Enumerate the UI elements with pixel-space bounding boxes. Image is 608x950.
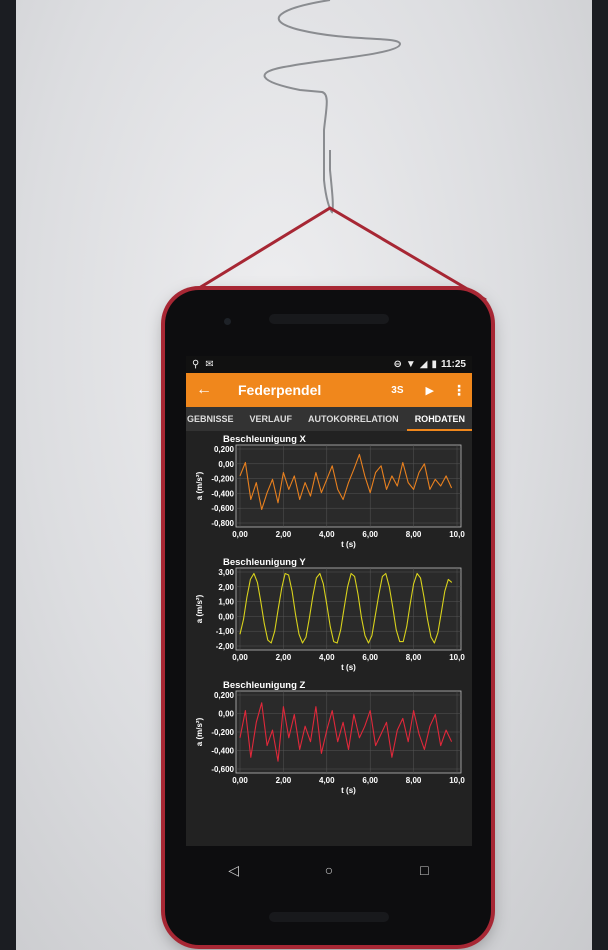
x-tick-label: 6,00 [362,776,378,785]
y-tick-label: -0,400 [211,489,234,498]
x-tick-label: 2,00 [276,530,292,539]
app-bar: ← Federpendel 3S ▶ ⋮ [186,373,472,407]
x-tick-label: 4,00 [319,776,335,785]
status-bar: ⚲ ✉ ⊖ ▼ ◢ ▮ 11:25 [186,356,472,373]
y-tick-label: -0,600 [211,765,234,774]
bottom-speaker [269,912,389,922]
app-title: Federpendel [238,382,322,398]
y-axis-label: a (m/s²) [195,717,204,746]
tab-rohdaten[interactable]: ROHDATEN [406,407,472,431]
rubber-band [185,206,487,302]
charts-canvas: Beschleunigung X0,2000,00-0,200-0,400-0,… [195,434,465,795]
x-tick-label: 10,0 [449,776,465,785]
y-tick-label: -0,600 [211,504,234,513]
chart-title: Beschleunigung Z [223,680,306,691]
y-tick-label: 0,200 [214,691,235,700]
play-icon[interactable]: ▶ [426,384,434,397]
mail-icon: ✉ [205,359,214,370]
chart-title: Beschleunigung Y [223,557,306,568]
y-tick-label: -0,200 [211,475,234,484]
tab-bar: GEBNISSE VERLAUF AUTOKORRELATION ROHDATE… [186,407,472,431]
square-recents-icon[interactable]: □ [404,862,444,878]
plot-area [235,567,462,651]
y-tick-label: -1,00 [216,627,235,636]
y-tick-label: 2,00 [218,583,234,592]
wifi-icon: ▼ [405,359,416,370]
spring-wire [263,0,402,214]
y-tick-label: -0,200 [211,728,234,737]
x-tick-label: 2,00 [276,776,292,785]
tab-verlauf[interactable]: VERLAUF [242,407,301,431]
status-time: 11:25 [440,359,466,370]
do-not-disturb-icon: ⊖ [393,359,402,370]
circle-home-icon[interactable]: ○ [309,862,349,878]
x-tick-label: 6,00 [362,530,378,539]
y-tick-label: 0,00 [218,612,234,621]
earpiece-speaker [269,314,389,324]
x-tick-label: 10,0 [449,530,465,539]
more-vertical-icon[interactable]: ⋮ [452,382,466,399]
y-tick-label: 3,00 [218,568,234,577]
android-nav-bar: ◁ ○ □ [186,846,472,894]
duration-button[interactable]: 3S [391,385,403,396]
x-tick-label: 8,00 [406,776,422,785]
x-tick-label: 8,00 [406,530,422,539]
raw-data-charts: Beschleunigung X 0,200 0,00 -0,200 -0,400 -0,… [186,431,472,826]
x-tick-label: 0,00 [232,776,248,785]
x-tick-label: 8,00 [406,653,422,662]
x-tick-label: 6,00 [362,653,378,662]
x-axis-label: t (s) [341,540,356,549]
x-tick-label: 4,00 [319,653,335,662]
chart-title: Beschleunigung X [223,434,307,445]
x-axis-label: t (s) [341,663,356,672]
x-tick-label: 0,00 [232,653,248,662]
x-tick-label: 2,00 [276,653,292,662]
x-tick-label: 4,00 [319,530,335,539]
signal-icon: ◢ [419,359,428,370]
y-tick-label: 0,00 [218,460,234,469]
y-tick-label: 1,00 [218,598,234,607]
front-camera [224,318,231,325]
x-tick-label: 0,00 [232,530,248,539]
battery-icon: ▮ [431,359,437,370]
y-tick-label: 0,200 [214,445,235,454]
y-tick-label: -0,800 [211,519,234,528]
x-axis-label: t (s) [341,786,356,795]
y-tick-label: 0,00 [218,710,234,719]
x-tick-label: 10,0 [449,653,465,662]
y-axis-label: a (m/s²) [195,471,204,500]
phone-device: ⚲ ✉ ⊖ ▼ ◢ ▮ 11:25 ← Federpendel 3S ▶ ⋮ G… [165,290,491,945]
y-axis-label: a (m/s²) [195,594,204,623]
phone-screen: ⚲ ✉ ⊖ ▼ ◢ ▮ 11:25 ← Federpendel 3S ▶ ⋮ G… [186,356,472,894]
location-icon: ⚲ [192,359,200,370]
tab-autokorrelation[interactable]: AUTOKORRELATION [300,407,407,431]
triangle-back-icon[interactable]: ◁ [214,862,254,879]
back-arrow-icon[interactable]: ← [196,381,226,399]
y-tick-label: -0,400 [211,747,234,756]
y-tick-label: -2,00 [216,642,235,651]
tab-ergebnisse[interactable]: GEBNISSE [186,407,242,431]
